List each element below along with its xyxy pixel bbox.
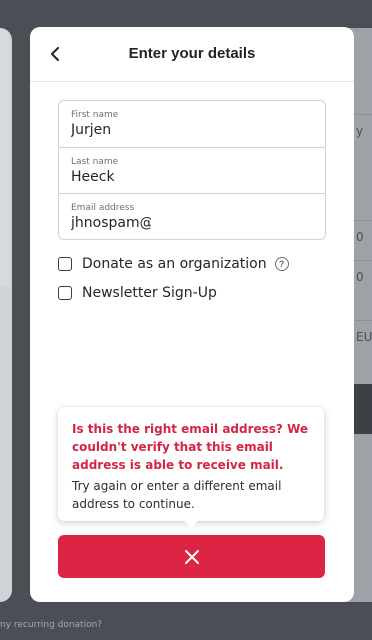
details-modal: Enter your details First name Jurjen Las… — [30, 27, 354, 602]
last-name-value[interactable]: Heeck — [71, 169, 151, 185]
background-footer-text: ny recurring donation? — [0, 620, 103, 630]
organization-checkbox[interactable] — [58, 257, 72, 271]
email-warning-tooltip: Is this the right email address? We coul… — [58, 407, 324, 528]
last-name-field[interactable]: Last name Heeck — [59, 147, 325, 194]
background-row-text: EUR — [356, 330, 372, 344]
background-card-left — [0, 28, 12, 602]
background-row-text: 0 — [356, 270, 364, 284]
first-name-value[interactable]: Jurjen — [71, 122, 151, 138]
email-warning-hint: Try again or enter a different email add… — [72, 479, 282, 511]
newsletter-label: Newsletter Sign-Up — [82, 285, 217, 301]
details-form: First name Jurjen Last name Heeck Email … — [58, 100, 326, 240]
background-card-image — [0, 28, 10, 286]
modal-header: Enter your details — [30, 27, 354, 82]
organization-label: Donate as an organization — [82, 256, 267, 272]
background-row-text: 0 — [356, 230, 364, 244]
first-name-label: First name — [71, 110, 119, 120]
email-label: Email address — [71, 203, 135, 213]
question-circle-icon[interactable]: ? — [274, 257, 289, 271]
newsletter-option[interactable]: Newsletter Sign-Up — [58, 283, 217, 303]
close-button[interactable] — [58, 535, 325, 578]
newsletter-checkbox[interactable] — [58, 286, 72, 300]
organization-option[interactable]: Donate as an organization ? — [58, 254, 289, 274]
last-name-label: Last name — [71, 157, 119, 167]
email-warning-error: Is this the right email address? We coul… — [72, 422, 309, 472]
close-icon — [184, 549, 199, 564]
email-field[interactable]: Email address jhnospam@ — [59, 193, 325, 240]
first-name-field[interactable]: First name Jurjen — [59, 101, 325, 147]
modal-title: Enter your details — [128, 45, 256, 62]
background-row-text: y — [356, 124, 364, 138]
email-value[interactable]: jhnospam@ — [71, 215, 151, 231]
